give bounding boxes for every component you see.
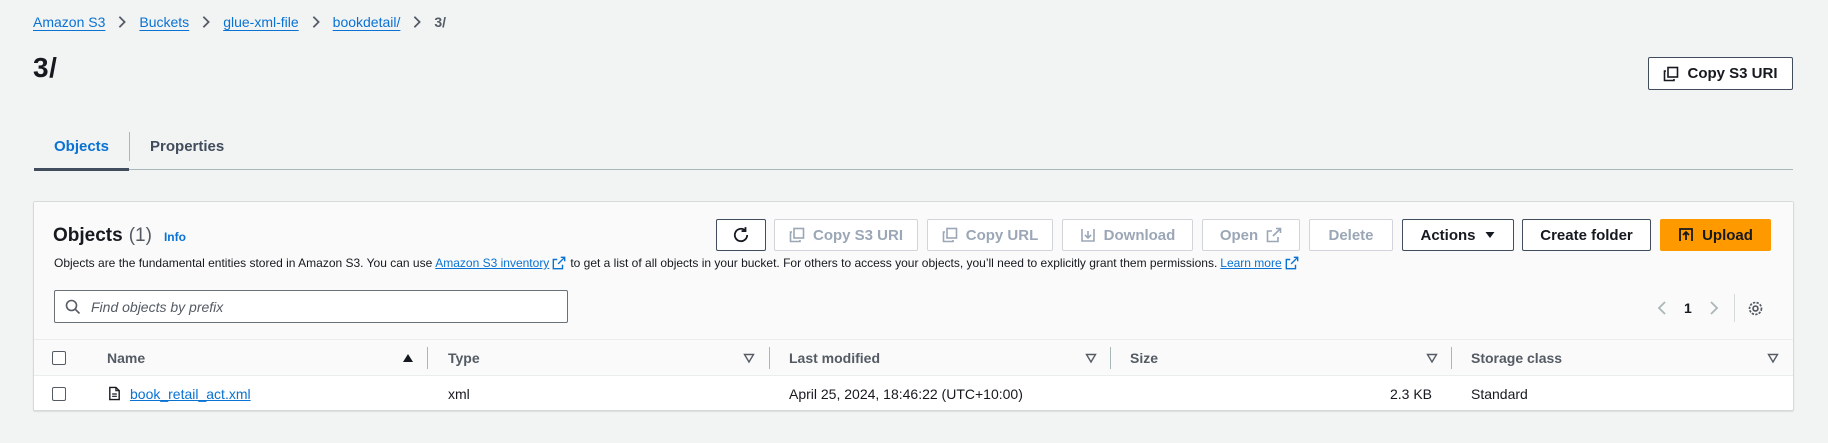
inventory-link[interactable]: Amazon S3 inventory	[435, 256, 549, 270]
panel-description: Objects are the fundamental entities sto…	[54, 256, 1299, 270]
column-header-type[interactable]: Type	[448, 340, 480, 376]
external-link-icon	[1266, 227, 1282, 243]
name-cell: book_retail_act.xml	[107, 376, 251, 411]
last-modified-cell: April 25, 2024, 18:46:22 (UTC+10:00)	[789, 385, 1023, 402]
chevron-right-icon	[189, 15, 223, 29]
sort-icon[interactable]	[1767, 352, 1779, 364]
actions-label: Actions	[1420, 226, 1476, 244]
column-label: Storage class	[1471, 350, 1563, 366]
table-header: Name Type Last modified Size Storage cla…	[34, 339, 1793, 376]
download-button[interactable]: Download	[1062, 219, 1193, 251]
upload-label: Upload	[1702, 226, 1753, 244]
breadcrumb-buckets[interactable]: Buckets	[139, 14, 189, 30]
chevron-right-icon[interactable]	[1706, 300, 1722, 316]
copy-s3-uri-label: Copy S3 URI	[812, 226, 903, 244]
copy-url-label: Copy URL	[965, 226, 1039, 244]
description-text-2: to get a list of all objects in your buc…	[570, 256, 1218, 270]
column-header-storage-class[interactable]: Storage class	[1471, 340, 1562, 376]
copy-icon	[789, 227, 805, 243]
column-header-size[interactable]: Size	[1130, 340, 1158, 376]
breadcrumb-folder[interactable]: bookdetail/	[333, 14, 401, 30]
panel-title-text: Objects	[53, 225, 123, 246]
refresh-button[interactable]	[716, 219, 766, 251]
breadcrumb-current: 3/	[434, 14, 447, 30]
copy-s3-uri-label: Copy S3 URI	[1687, 65, 1778, 82]
download-label: Download	[1103, 226, 1176, 244]
delete-label: Delete	[1328, 226, 1374, 244]
copy-icon	[942, 227, 958, 243]
refresh-icon	[733, 227, 749, 243]
chevron-right-icon	[105, 15, 139, 29]
breadcrumb-amazon-s3[interactable]: Amazon S3	[33, 14, 105, 30]
copy-url-button[interactable]: Copy URL	[927, 219, 1053, 251]
sort-ascending-icon[interactable]	[402, 352, 414, 364]
sort-icon[interactable]	[743, 352, 755, 364]
column-label: Name	[107, 350, 146, 366]
tab-properties[interactable]: Properties	[130, 124, 244, 169]
open-label: Open	[1219, 226, 1259, 244]
column-divider	[769, 347, 770, 369]
breadcrumb: Amazon S3 Buckets glue-xml-file bookdeta…	[33, 12, 446, 32]
object-count: (1)	[128, 225, 152, 246]
row-checkbox[interactable]	[52, 386, 66, 401]
sort-icon[interactable]	[1426, 352, 1438, 364]
column-label: Last modified	[789, 350, 881, 366]
chevron-right-icon	[400, 15, 434, 29]
upload-button[interactable]: Upload	[1660, 219, 1771, 251]
storage-class-cell: Standard	[1471, 385, 1528, 402]
column-header-name[interactable]: Name	[107, 340, 145, 376]
select-all-checkbox-cell	[52, 340, 66, 376]
search-box	[54, 290, 568, 323]
object-name-link[interactable]: book_retail_act.xml	[130, 386, 251, 402]
create-folder-label: Create folder	[1540, 226, 1633, 244]
search-input[interactable]	[91, 298, 551, 315]
tab-label: Properties	[150, 138, 225, 155]
delete-button[interactable]: Delete	[1309, 219, 1393, 251]
breadcrumb-bucket[interactable]: glue-xml-file	[223, 14, 298, 30]
learn-more-link[interactable]: Learn more	[1220, 256, 1281, 270]
column-divider	[1451, 347, 1452, 369]
sort-icon[interactable]	[1085, 352, 1097, 364]
pagination: 1	[1654, 294, 1764, 322]
objects-panel: Objects (1) Info Copy S3 URI Copy URL Do…	[33, 201, 1794, 411]
file-icon	[109, 386, 120, 401]
column-divider	[427, 347, 428, 369]
copy-s3-uri-header-button[interactable]: Copy S3 URI	[1648, 57, 1793, 90]
page-title: 3/	[33, 52, 58, 83]
column-header-last-modified[interactable]: Last modified	[789, 340, 880, 376]
tab-bar: Objects Properties	[34, 124, 1793, 171]
chevron-right-icon	[299, 15, 333, 29]
gear-icon[interactable]	[1747, 300, 1764, 317]
tab-label: Objects	[54, 138, 110, 155]
open-button[interactable]: Open	[1202, 219, 1300, 251]
copy-s3-uri-button[interactable]: Copy S3 URI	[774, 219, 918, 251]
caret-down-icon	[1485, 232, 1494, 238]
copy-icon	[1664, 66, 1679, 81]
pager-divider	[1733, 294, 1735, 322]
download-icon	[1080, 229, 1095, 242]
column-label: Type	[448, 350, 480, 366]
page-number[interactable]: 1	[1684, 300, 1692, 316]
select-all-checkbox[interactable]	[52, 351, 66, 365]
table-row: book_retail_act.xml xml April 25, 2024, …	[34, 376, 1793, 411]
size-cell: 2.3 KB	[1389, 385, 1432, 402]
type-cell: xml	[448, 385, 470, 402]
row-checkbox-cell	[52, 376, 66, 411]
external-link-icon	[1285, 256, 1299, 270]
external-link-icon	[552, 256, 566, 270]
tab-objects[interactable]: Objects	[34, 124, 130, 171]
column-divider	[1110, 347, 1111, 369]
column-label: Size	[1130, 350, 1159, 366]
panel-header: Objects (1) Info Copy S3 URI Copy URL Do…	[34, 202, 1793, 339]
panel-title: Objects (1) Info	[53, 225, 186, 247]
info-link[interactable]: Info	[164, 230, 186, 244]
description-text: Objects are the fundamental entities sto…	[54, 256, 433, 270]
actions-dropdown[interactable]: Actions	[1402, 219, 1514, 251]
chevron-left-icon[interactable]	[1654, 300, 1670, 316]
upload-icon	[1679, 228, 1693, 241]
search-icon	[65, 299, 81, 314]
create-folder-button[interactable]: Create folder	[1522, 219, 1651, 251]
